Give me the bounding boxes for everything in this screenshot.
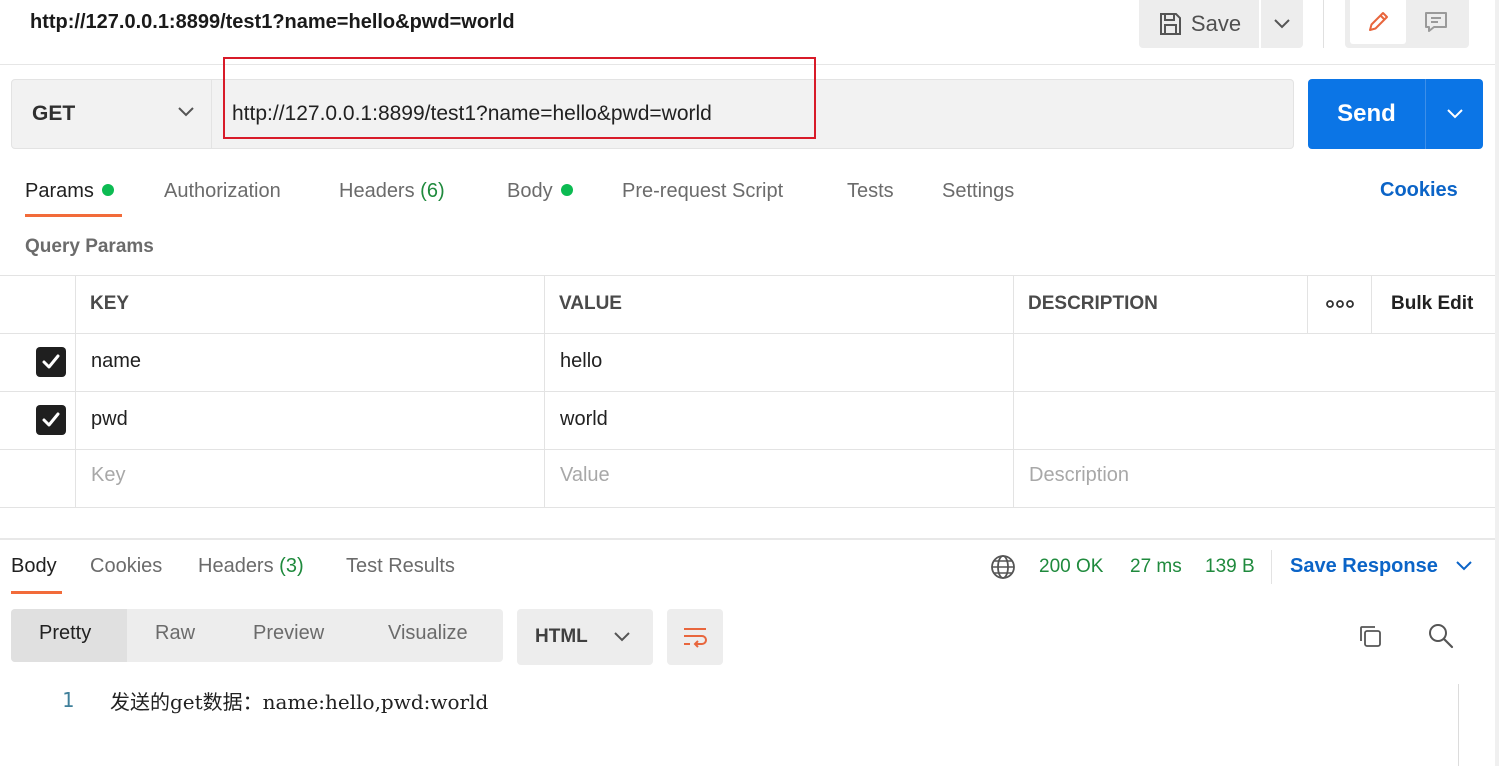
response-tab-test-results[interactable]: Test Results [346, 555, 455, 578]
checkmark-icon [42, 354, 60, 369]
save-icon [1159, 13, 1181, 35]
value-placeholder-input[interactable]: Value [560, 464, 610, 487]
active-tab-underline [25, 214, 122, 217]
response-headers-count: (3) [279, 555, 304, 577]
column-header-key: KEY [90, 293, 130, 314]
pane-divider[interactable] [0, 538, 1499, 540]
tab-headers-label: Headers [339, 180, 415, 202]
response-headers-label: Headers [198, 555, 274, 577]
annotation-highlight-box [223, 57, 816, 139]
language-label: HTML [535, 626, 588, 647]
save-button[interactable]: Save [1139, 0, 1259, 48]
param-key[interactable]: name [91, 350, 141, 373]
word-wrap-button[interactable] [667, 609, 723, 665]
description-placeholder-input[interactable]: Description [1029, 464, 1129, 487]
method-select[interactable]: GET [11, 79, 212, 149]
copy-icon[interactable] [1356, 622, 1384, 655]
key-placeholder-input[interactable]: Key [91, 464, 125, 487]
edit-mode-button[interactable] [1350, 0, 1406, 44]
response-tab-headers[interactable]: Headers (3) [198, 555, 304, 578]
table-border [75, 275, 76, 507]
send-button[interactable]: Send [1308, 79, 1425, 149]
cookies-link[interactable]: Cookies [1380, 179, 1458, 202]
param-value[interactable]: world [560, 408, 608, 431]
active-indicator-dot [101, 184, 114, 196]
save-options-button[interactable] [1261, 0, 1303, 48]
scrollbar-track[interactable] [1458, 684, 1459, 766]
language-select[interactable]: HTML [517, 609, 653, 665]
tab-params[interactable]: Params [25, 179, 114, 203]
query-params-title: Query Params [25, 236, 154, 257]
format-pretty[interactable]: Pretty [39, 622, 91, 645]
more-options-button[interactable] [1326, 297, 1354, 316]
divider [1323, 0, 1324, 48]
tab-body-label: Body [507, 180, 553, 202]
chevron-down-icon [178, 107, 194, 117]
response-size[interactable]: 139 B [1205, 556, 1255, 578]
column-header-value: VALUE [559, 293, 622, 314]
pencil-icon [1369, 12, 1388, 31]
save-label: Save [1190, 11, 1242, 36]
tab-body[interactable]: Body [507, 179, 573, 203]
comments-button[interactable] [1408, 0, 1464, 44]
status-code[interactable]: 200 OK [1039, 556, 1103, 578]
table-border [0, 333, 1499, 334]
divider [1271, 550, 1272, 584]
format-raw[interactable]: Raw [155, 622, 195, 645]
table-border [1371, 275, 1372, 333]
tab-settings[interactable]: Settings [942, 179, 1014, 203]
wrap-lines-icon [684, 628, 707, 648]
tab-headers[interactable]: Headers (6) [339, 179, 445, 203]
chevron-down-icon [1274, 19, 1290, 29]
method-label: GET [32, 102, 76, 125]
request-title[interactable]: http://127.0.0.1:8899/test1?name=hello&p… [30, 10, 515, 34]
response-tab-cookies[interactable]: Cookies [90, 555, 162, 578]
response-body-line[interactable]: 发送的get数据：name:hello,pwd:world [110, 686, 488, 715]
line-number: 1 [62, 688, 75, 712]
table-border [1307, 275, 1308, 333]
tab-params-label: Params [25, 180, 94, 202]
response-time[interactable]: 27 ms [1130, 556, 1182, 578]
column-header-description: DESCRIPTION [1028, 293, 1158, 314]
param-value[interactable]: hello [560, 350, 602, 373]
table-border [0, 507, 1499, 508]
param-key[interactable]: pwd [91, 408, 128, 431]
format-visualize[interactable]: Visualize [388, 622, 468, 645]
table-border [544, 275, 545, 507]
bulk-edit-button[interactable]: Bulk Edit [1391, 293, 1473, 315]
comment-icon [1425, 12, 1447, 32]
search-icon[interactable] [1427, 622, 1455, 655]
headers-count: (6) [420, 180, 445, 202]
response-tab-body[interactable]: Body [11, 555, 57, 578]
window-edge [1495, 0, 1499, 766]
active-indicator-dot [560, 184, 573, 196]
globe-icon[interactable] [990, 554, 1016, 585]
tab-tests[interactable]: Tests [847, 179, 894, 203]
chevron-down-icon [1446, 109, 1463, 119]
format-preview[interactable]: Preview [253, 622, 324, 645]
table-border [0, 275, 1499, 276]
table-border [0, 391, 1499, 392]
save-response-label: Save Response [1290, 555, 1438, 577]
chevron-down-icon [1456, 561, 1473, 571]
more-horizontal-icon [1326, 300, 1354, 308]
save-response-button[interactable]: Save Response [1290, 555, 1473, 578]
tab-authorization[interactable]: Authorization [164, 179, 281, 203]
param-checkbox[interactable] [36, 405, 66, 435]
chevron-down-icon [614, 632, 630, 642]
table-border [1013, 275, 1014, 507]
send-options-button[interactable] [1426, 79, 1483, 149]
table-border [0, 449, 1499, 450]
active-tab-underline [11, 591, 62, 594]
tab-prerequest-script[interactable]: Pre-request Script [622, 179, 783, 203]
param-checkbox[interactable] [36, 347, 66, 377]
checkmark-icon [42, 412, 60, 427]
